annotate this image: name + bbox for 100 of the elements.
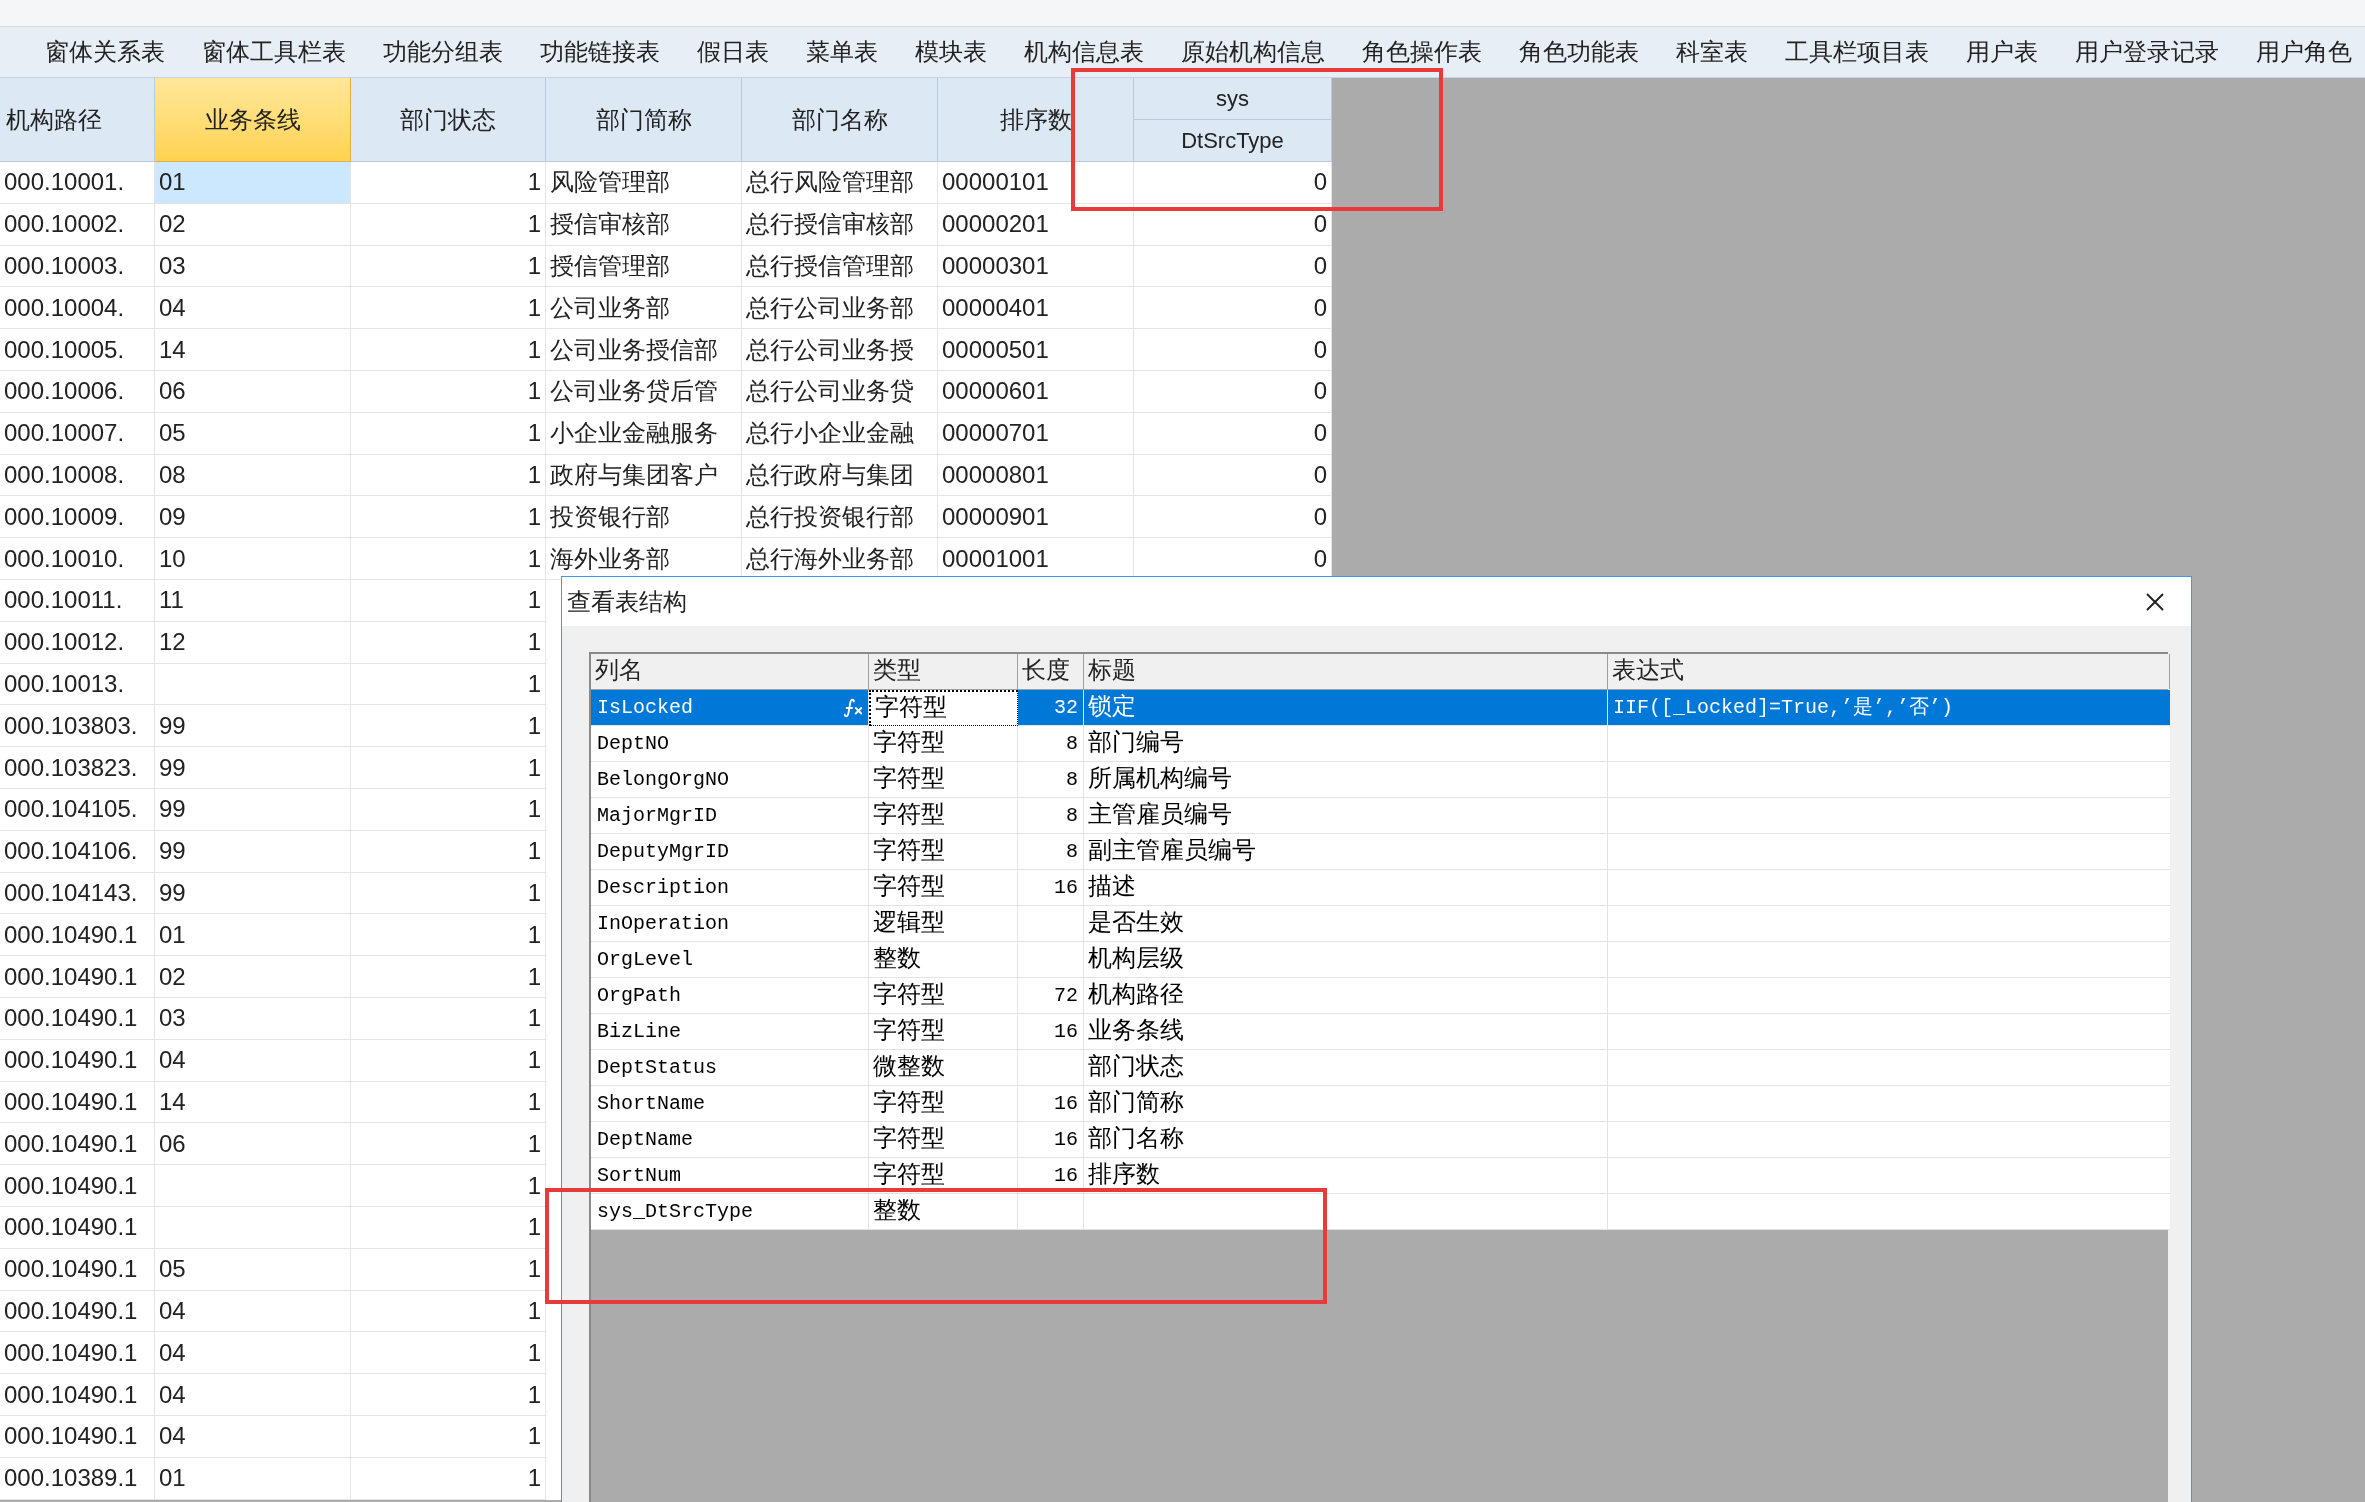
table-cell: 总行政府与集团 xyxy=(742,454,938,497)
table-cell: 总行投资银行部 xyxy=(742,496,938,539)
table-cell: 总行公司业务贷 xyxy=(742,371,938,413)
table-cell: 投资银行部 xyxy=(546,496,742,539)
table-cell: 1 xyxy=(351,914,546,957)
table-cell: 0 xyxy=(1134,329,1332,371)
table-cell: 00000101 xyxy=(938,162,1134,204)
table-cell: 是否生效 xyxy=(1084,906,1608,942)
table-cell: 总行授信管理部 xyxy=(742,245,938,288)
table-cell: 000.10004. xyxy=(0,287,155,330)
table-cell: 1 xyxy=(351,663,546,706)
table-cell: 1 xyxy=(351,1332,546,1375)
table-tab[interactable]: 原始机构信息 xyxy=(1181,40,1325,64)
column-header[interactable]: 部门名称 xyxy=(742,78,938,162)
column-name: DeptName xyxy=(597,1126,693,1153)
table-cell: 整数 xyxy=(869,1194,1018,1230)
column-header[interactable]: 机构路径 xyxy=(0,78,155,162)
table-cell xyxy=(1018,906,1084,942)
table-cell: 1 xyxy=(351,329,546,371)
table-cell: 01 xyxy=(155,914,351,957)
table-cell xyxy=(1018,1050,1084,1086)
table-cell: 000.10490.1 xyxy=(0,1165,155,1207)
table-cell: 1 xyxy=(351,579,546,622)
table-cell: 字符型 xyxy=(869,690,1018,726)
column-header[interactable]: 长度 xyxy=(1018,654,1084,689)
column-name: Description xyxy=(597,874,730,901)
column-name: sys_DtSrcType xyxy=(597,1198,754,1225)
table-cell: 字符型 xyxy=(869,762,1018,798)
table-cell: 000.10490.1 xyxy=(0,914,155,957)
column-header[interactable]: 表达式 xyxy=(1608,654,2170,689)
table-tab[interactable]: 模块表 xyxy=(915,40,987,64)
column-name: OrgPath xyxy=(597,982,681,1009)
table-tab[interactable]: 窗体工具栏表 xyxy=(202,40,346,64)
table-cell: 00000701 xyxy=(938,412,1134,455)
table-tab[interactable]: 科室表 xyxy=(1676,40,1748,64)
table-cell: 1 xyxy=(351,203,546,246)
column-header[interactable]: 类型 xyxy=(869,654,1018,689)
table-cell: 字符型 xyxy=(869,870,1018,906)
table-cell: 99 xyxy=(155,872,351,915)
table-cell: 0 xyxy=(1134,287,1332,330)
table-tab[interactable]: 机构信息表 xyxy=(1024,40,1144,64)
table-cell: 000.10490.1 xyxy=(0,1248,155,1291)
table-cell: 1 xyxy=(351,788,546,831)
table-cell: 000.10013. xyxy=(0,663,155,706)
function-icon xyxy=(842,697,864,719)
column-header[interactable]: 排序数 xyxy=(938,78,1134,162)
table-cell: 部门编号 xyxy=(1084,726,1608,762)
table-cell: 1 xyxy=(351,1039,546,1082)
table-cell: 字符型 xyxy=(869,834,1018,870)
column-header[interactable]: 部门状态 xyxy=(351,78,546,162)
table-cell: 机构路径 xyxy=(1084,978,1608,1014)
table-tab[interactable]: 用户表 xyxy=(1966,40,2038,64)
table-cell: 1 xyxy=(351,496,546,539)
table-tab[interactable]: 用户角色 xyxy=(2256,40,2352,64)
table-cell: 00000501 xyxy=(938,329,1134,371)
column-header[interactable]: 业务条线 xyxy=(155,78,351,162)
table-cell: 03 xyxy=(155,245,351,288)
table-cell: 字符型 xyxy=(869,1086,1018,1122)
table-cell: 000.10389.1 xyxy=(0,1457,155,1500)
table-cell: 000.10006. xyxy=(0,371,155,413)
table-cell: 99 xyxy=(155,747,351,789)
table-cell: 字符型 xyxy=(869,1122,1018,1158)
table-cell: 1 xyxy=(351,371,546,413)
table-cell: 00000401 xyxy=(938,287,1134,330)
table-tab[interactable]: 假日表 xyxy=(697,40,769,64)
table-cell: 00000801 xyxy=(938,454,1134,497)
table-cell: 字符型 xyxy=(869,1014,1018,1050)
table-cell: 总行风险管理部 xyxy=(742,162,938,204)
table-tab[interactable]: 功能链接表 xyxy=(540,40,660,64)
table-cell: 小企业金融服务 xyxy=(546,412,742,455)
table-cell: 政府与集团客户 xyxy=(546,454,742,497)
table-tab[interactable]: 角色操作表 xyxy=(1362,40,1482,64)
table-cell: 0 xyxy=(1134,245,1332,288)
table-cell: 1 xyxy=(351,621,546,664)
table-cell: 公司业务授信部 xyxy=(546,329,742,371)
table-cell: 1 xyxy=(351,705,546,748)
table-cell: 授信管理部 xyxy=(546,245,742,288)
table-cell: 0 xyxy=(1134,454,1332,497)
column-header[interactable]: 列名 xyxy=(591,654,869,689)
table-cell: 1 xyxy=(351,747,546,789)
table-cell: 000.10490.1 xyxy=(0,956,155,998)
table-cell: 000.10490.1 xyxy=(0,1415,155,1458)
column-header[interactable]: 标题 xyxy=(1084,654,1608,689)
table-cell: 1 xyxy=(351,1165,546,1207)
column-header[interactable]: sys DtSrcType xyxy=(1134,78,1332,162)
column-name: IsLocked xyxy=(597,694,693,721)
table-tab[interactable]: 菜单表 xyxy=(806,40,878,64)
table-cell: 14 xyxy=(155,329,351,371)
table-tab[interactable]: 工具栏项目表 xyxy=(1785,40,1929,64)
table-cell: 1 xyxy=(351,830,546,873)
table-tab[interactable]: 功能分组表 xyxy=(383,40,503,64)
column-header[interactable]: 部门简称 xyxy=(546,78,742,162)
table-cell: 04 xyxy=(155,1415,351,1458)
table-cell: 05 xyxy=(155,1248,351,1291)
table-cell: 04 xyxy=(155,1374,351,1416)
table-cell: 部门状态 xyxy=(1084,1050,1608,1086)
table-cell: 14 xyxy=(155,1081,351,1124)
table-tab[interactable]: 用户登录记录 xyxy=(2075,40,2219,64)
table-tab[interactable]: 窗体关系表 xyxy=(45,40,165,64)
table-tab[interactable]: 角色功能表 xyxy=(1519,40,1639,64)
